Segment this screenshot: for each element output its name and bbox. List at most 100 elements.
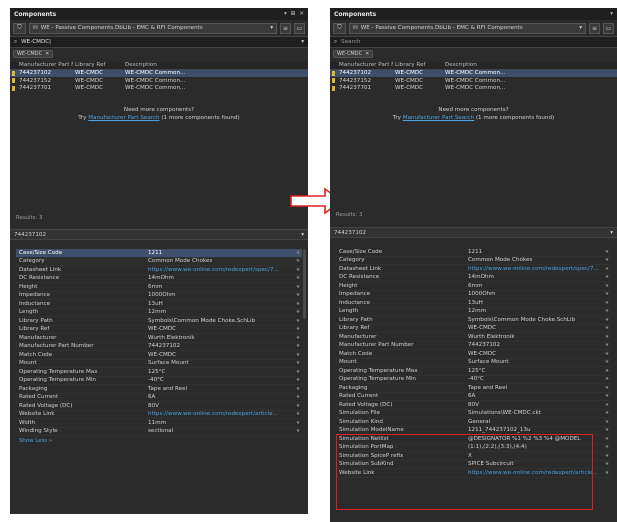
table-row[interactable]: 744237102 WE-CMDC WE-CMDC Common... xyxy=(330,69,617,77)
property-row[interactable]: Library Path Symbols\Common Mode Choke.Sc… xyxy=(336,316,611,325)
favorite-star-icon[interactable]: ★ xyxy=(603,274,611,280)
table-row[interactable]: 744237102 WE-CMDC WE-CMDC Common... xyxy=(10,69,308,77)
manufacturer-part-search-link[interactable]: Manufacturer Part Search xyxy=(403,115,474,121)
dropdown-icon[interactable]: ▾ xyxy=(284,11,287,17)
property-row[interactable]: Manufacturer Wurth Elektronik ★ xyxy=(336,333,611,342)
column-header[interactable]: Description xyxy=(443,62,617,68)
property-row[interactable]: DC Resistance 14mOhm ★ xyxy=(16,275,302,283)
property-link[interactable]: https://www.we-online.com/redexpert/spec… xyxy=(468,266,603,272)
search-bar[interactable]: ⌕ WE-CMDC| ▾ xyxy=(10,36,308,48)
favorite-star-icon[interactable]: ★ xyxy=(294,360,302,366)
favorite-star-icon[interactable]: ★ xyxy=(294,292,302,298)
property-row[interactable]: Category Common Mode Chokes ★ xyxy=(16,258,302,266)
property-row[interactable]: Inductance 13uH ★ xyxy=(336,299,611,308)
search-options-icon[interactable]: ▾ xyxy=(301,39,304,45)
property-row[interactable]: Case/Size Code 1211 ★ xyxy=(336,248,611,257)
panel-toggle-icon[interactable]: ▭ xyxy=(603,22,614,34)
table-row[interactable]: 744237701 WE-CMDC WE-CMDC Common... xyxy=(10,85,308,93)
chip-close-icon[interactable]: ✕ xyxy=(45,51,49,57)
property-row[interactable]: Packaging Tape and Reel ★ xyxy=(16,385,302,394)
menu-icon[interactable]: ≡ xyxy=(280,22,291,34)
expand-icon[interactable]: ▾ xyxy=(610,230,613,236)
search-input[interactable]: WE-CMDC| xyxy=(21,39,297,45)
property-row[interactable]: Rated Current 6A ★ xyxy=(16,394,302,402)
favorite-star-icon[interactable]: ★ xyxy=(603,410,611,416)
favorite-star-icon[interactable]: ★ xyxy=(294,428,302,434)
column-header[interactable]: Library Ref xyxy=(393,62,443,68)
column-header[interactable]: Library Ref xyxy=(73,62,123,68)
property-link[interactable]: https://www.we-online.com/redexpert/spec… xyxy=(148,267,294,273)
favorite-star-icon[interactable]: ★ xyxy=(294,318,302,324)
property-row[interactable]: Match Code WE-CMDC ★ xyxy=(16,351,302,360)
property-row[interactable]: Length 12mm ★ xyxy=(16,309,302,317)
favorite-star-icon[interactable]: ★ xyxy=(603,359,611,365)
favorite-star-icon[interactable]: ★ xyxy=(294,326,302,332)
filter-chip[interactable]: WE-CMDC ✕ xyxy=(13,49,54,58)
favorite-star-icon[interactable]: ★ xyxy=(294,343,302,349)
expand-icon[interactable]: ▾ xyxy=(301,232,304,238)
favorite-star-icon[interactable]: ★ xyxy=(603,342,611,348)
favorite-star-icon[interactable]: ★ xyxy=(294,352,302,358)
property-row[interactable]: Simulation Kind General ★ xyxy=(336,418,611,427)
property-row[interactable]: Mount Surface Mount ★ xyxy=(336,359,611,367)
favorite-star-icon[interactable]: ★ xyxy=(603,257,611,263)
pin-icon[interactable]: ⊞ xyxy=(291,11,296,17)
property-row[interactable]: Rated Voltage (DC) 80V ★ xyxy=(16,402,302,411)
favorite-star-icon[interactable]: ★ xyxy=(603,317,611,323)
favorite-star-icon[interactable]: ★ xyxy=(603,249,611,255)
property-row[interactable]: Simulation File Simulations\WE-CMDC.ckt ★ xyxy=(336,410,611,418)
property-row[interactable]: Datasheet Link https://www.we-online.com/… xyxy=(336,265,611,274)
dropdown-icon[interactable]: ▾ xyxy=(610,11,613,17)
property-row[interactable]: Operating Temperature Min -40°C ★ xyxy=(336,376,611,384)
property-row[interactable]: Operating Temperature Max 125°C ★ xyxy=(16,368,302,377)
property-row[interactable]: Impedance 1000Ohm ★ xyxy=(16,292,302,300)
favorite-star-icon[interactable]: ★ xyxy=(603,334,611,340)
property-row[interactable]: Library Ref WE-CMDC ★ xyxy=(336,325,611,333)
favorite-star-icon[interactable]: ★ xyxy=(603,419,611,425)
favorite-star-icon[interactable]: ★ xyxy=(603,351,611,357)
favorite-star-icon[interactable]: ★ xyxy=(294,284,302,290)
selected-component-bar[interactable]: 744237102 ▾ xyxy=(10,229,308,240)
property-row[interactable]: Operating Temperature Min -40°C ★ xyxy=(16,377,302,385)
property-row[interactable]: Width 11mm ★ xyxy=(16,419,302,428)
favorite-star-icon[interactable]: ★ xyxy=(603,402,611,408)
property-row[interactable]: Manufacturer Wurth Elektronik ★ xyxy=(16,334,302,343)
property-row[interactable]: Manufacturer Part Number 744237102 ★ xyxy=(16,343,302,351)
favorite-star-icon[interactable]: ★ xyxy=(603,283,611,289)
property-row[interactable]: Case/Size Code 1211 ★ xyxy=(16,249,302,258)
property-row[interactable]: Rated Voltage (DC) 80V ★ xyxy=(336,401,611,410)
property-row[interactable]: Category Common Mode Chokes ★ xyxy=(336,257,611,265)
filter-chip[interactable]: WE-CMDC ✕ xyxy=(333,49,374,58)
property-row[interactable]: Library Path Symbols\Common Mode Choke.Sc… xyxy=(16,317,302,326)
property-row[interactable]: Mount Surface Mount ★ xyxy=(16,360,302,368)
favorite-star-icon[interactable]: ★ xyxy=(603,436,611,442)
favorite-star-icon[interactable]: ★ xyxy=(603,291,611,297)
favorite-star-icon[interactable]: ★ xyxy=(294,301,302,307)
favorite-star-icon[interactable]: ★ xyxy=(294,386,302,392)
favorite-star-icon[interactable]: ★ xyxy=(603,444,611,450)
property-link[interactable]: https://www.we-online.com/redexpert/arti… xyxy=(148,411,294,417)
scrollbar[interactable] xyxy=(303,249,306,319)
favorite-star-icon[interactable]: ★ xyxy=(603,385,611,391)
property-row[interactable]: Website Link https://www.we-online.com/re… xyxy=(16,411,302,419)
favorite-star-icon[interactable]: ★ xyxy=(294,335,302,341)
favorite-star-icon[interactable]: ★ xyxy=(603,376,611,382)
favorite-star-icon[interactable]: ★ xyxy=(294,369,302,375)
property-row[interactable]: DC Resistance 14mOhm ★ xyxy=(336,274,611,282)
favorite-star-icon[interactable]: ★ xyxy=(603,308,611,314)
favorite-star-icon[interactable]: ★ xyxy=(294,275,302,281)
funnel-icon[interactable]: ⛉ xyxy=(13,22,26,34)
favorite-star-icon[interactable]: ★ xyxy=(294,258,302,264)
property-row[interactable]: Operating Temperature Max 125°C ★ xyxy=(336,367,611,376)
favorite-star-icon[interactable]: ★ xyxy=(603,368,611,374)
favorite-star-icon[interactable]: ★ xyxy=(294,411,302,417)
favorite-star-icon[interactable]: ★ xyxy=(294,420,302,426)
table-row[interactable]: 744237152 WE-CMDC WE-CMDC Common... xyxy=(10,77,308,85)
property-row[interactable]: Length 12mm ★ xyxy=(336,308,611,316)
library-select[interactable]: ⛁ WE - Passive Components.DbLib - EMC & … xyxy=(29,22,277,34)
favorite-star-icon[interactable]: ★ xyxy=(603,300,611,306)
funnel-icon[interactable]: ⛉ xyxy=(333,22,346,34)
search-input[interactable]: Search xyxy=(341,39,613,45)
favorite-star-icon[interactable]: ★ xyxy=(603,427,611,433)
favorite-star-icon[interactable]: ★ xyxy=(294,267,302,273)
